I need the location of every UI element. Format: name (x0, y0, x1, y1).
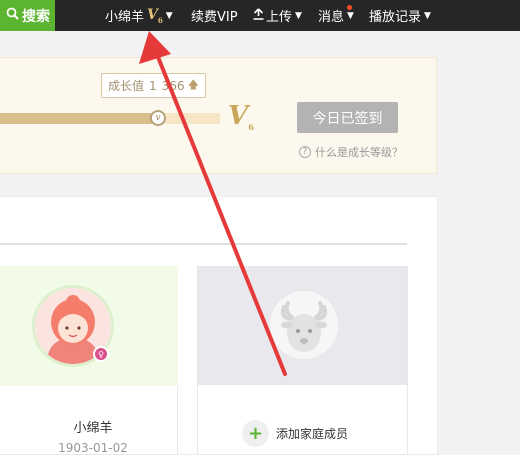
annotation-arrow (139, 31, 287, 376)
